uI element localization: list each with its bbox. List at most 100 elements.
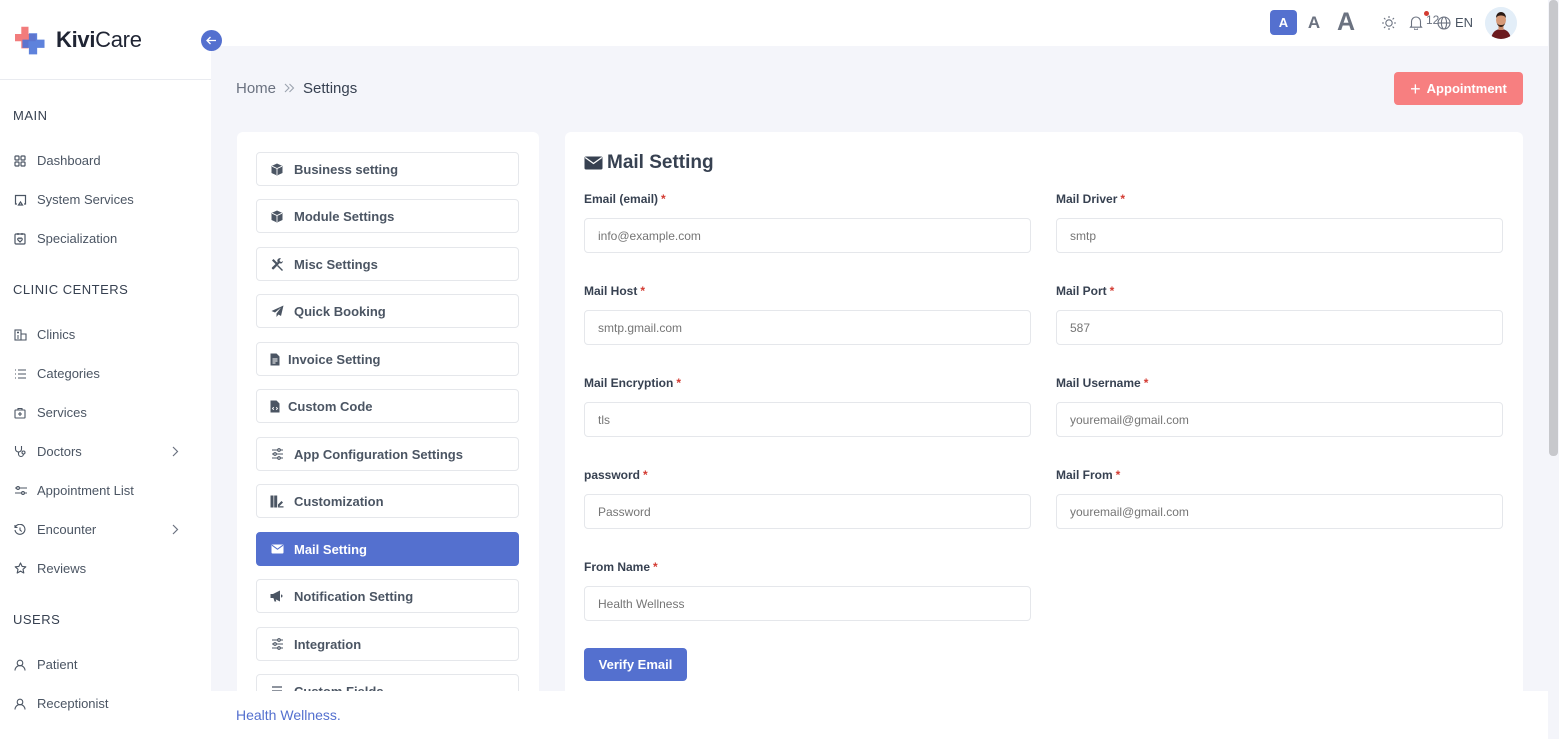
- form-title-text: Mail Setting: [607, 152, 714, 173]
- mail-username-field[interactable]: [1056, 402, 1503, 437]
- sidebar-item-label: Doctors: [37, 444, 82, 459]
- password-field[interactable]: [584, 494, 1031, 529]
- sidebar-item-label: Receptionist: [37, 696, 109, 711]
- settings-menu-integration[interactable]: Integration: [256, 627, 519, 661]
- globe-icon[interactable]: [1437, 16, 1451, 35]
- menu-item-label: Customization: [294, 493, 384, 509]
- font-size-medium-button[interactable]: A: [1305, 10, 1323, 35]
- plus-icon: +: [1410, 78, 1421, 99]
- menu-item-label: Integration: [294, 636, 362, 652]
- sidebar-item-label: Appointment List: [37, 483, 134, 498]
- double-chevron-right-icon: [284, 81, 295, 96]
- cube-icon: [270, 162, 284, 176]
- sidebar-item-services[interactable]: Services: [0, 393, 211, 432]
- email-field[interactable]: [584, 218, 1031, 253]
- mail-setting-form: Mail Setting Email (email)* Mail Driver*…: [565, 132, 1523, 702]
- code-file-icon: [270, 399, 280, 413]
- chevron-right-icon[interactable]: [172, 523, 179, 538]
- sidebar-item-label: Dashboard: [37, 153, 101, 168]
- breadcrumb-home-link[interactable]: Home: [236, 80, 276, 97]
- mail-encryption-field[interactable]: [584, 402, 1031, 437]
- mail-driver-field[interactable]: [1056, 218, 1503, 253]
- mail-from-label: Mail From *: [1056, 468, 1121, 482]
- menu-item-label: Custom Code: [288, 398, 373, 414]
- sidebar-item-label: Categories: [37, 366, 100, 381]
- sidebar-item-doctors[interactable]: Doctors: [0, 432, 211, 471]
- menu-item-label: Module Settings: [294, 208, 395, 224]
- settings-menu-custom-code[interactable]: Custom Code: [256, 389, 519, 423]
- sidebar: KiviCare MAIN Dashboard System Services …: [0, 0, 211, 739]
- sidebar-item-specialization[interactable]: Specialization: [0, 219, 211, 258]
- section-title-users: USERS: [13, 612, 61, 627]
- menu-item-label: App Configuration Settings: [294, 446, 463, 462]
- verify-email-button[interactable]: Verify Email: [584, 648, 687, 681]
- settings-menu-business-setting[interactable]: Business setting: [256, 152, 519, 186]
- sidebar-item-receptionist[interactable]: Receptionist: [0, 684, 211, 723]
- sidebar-item-label: Reviews: [37, 561, 87, 576]
- mail-driver-label: Mail Driver *: [1056, 192, 1126, 206]
- add-appointment-button[interactable]: + Appointment: [1394, 72, 1523, 105]
- brand[interactable]: KiviCare: [0, 0, 211, 80]
- sliders-icon: [270, 637, 284, 651]
- settings-menu-app-configuration[interactable]: App Configuration Settings: [256, 437, 519, 471]
- kivicare-logo-icon: [14, 23, 48, 57]
- specialization-icon: [13, 232, 27, 246]
- settings-menu-misc-settings[interactable]: Misc Settings: [256, 247, 519, 281]
- mail-port-label: Mail Port *: [1056, 284, 1115, 298]
- email-label: Email (email) *: [584, 192, 666, 206]
- chevron-right-icon[interactable]: [172, 445, 179, 460]
- palette-icon: [270, 494, 284, 508]
- settings-menu-customization[interactable]: Customization: [256, 484, 519, 518]
- settings-menu-module-settings[interactable]: Module Settings: [256, 199, 519, 233]
- settings-menu-notification-setting[interactable]: Notification Setting: [256, 579, 519, 613]
- services-icon: [13, 406, 27, 420]
- megaphone-icon: [270, 589, 284, 603]
- mail-host-label: Mail Host *: [584, 284, 646, 298]
- sliders-icon: [270, 447, 284, 461]
- user-icon: [13, 697, 27, 711]
- bell-icon[interactable]: [1409, 15, 1423, 35]
- sidebar-item-patient[interactable]: Patient: [0, 645, 211, 684]
- user-avatar[interactable]: [1485, 7, 1517, 39]
- sidebar-item-label: System Services: [37, 192, 134, 207]
- section-title-clinic-centers: CLINIC CENTERS: [13, 282, 129, 297]
- sidebar-item-clinics[interactable]: Clinics: [0, 315, 211, 354]
- list-icon: [13, 367, 27, 381]
- page-scrollbar-thumb[interactable]: [1549, 0, 1558, 456]
- language-selector[interactable]: EN: [1455, 15, 1473, 30]
- from-name-field[interactable]: [584, 586, 1031, 621]
- settings-menu: Business setting Module Settings Misc Se…: [237, 132, 539, 702]
- font-size-large-button[interactable]: A: [1335, 6, 1357, 38]
- menu-item-label: Notification Setting: [294, 588, 414, 604]
- sidebar-item-label: Encounter: [37, 522, 97, 537]
- sidebar-item-appointment-list[interactable]: Appointment List: [0, 471, 211, 510]
- menu-item-label: Misc Settings: [294, 256, 378, 272]
- font-size-small-button[interactable]: A: [1270, 10, 1297, 35]
- sidebar-item-dashboard[interactable]: Dashboard: [0, 141, 211, 180]
- password-label: password *: [584, 468, 648, 482]
- menu-item-label: Business setting: [294, 161, 399, 177]
- mail-host-field[interactable]: [584, 310, 1031, 345]
- dashboard-icon: [13, 154, 27, 168]
- sun-icon[interactable]: [1381, 15, 1397, 36]
- add-appointment-label: Appointment: [1426, 81, 1507, 96]
- mail-port-field[interactable]: [1056, 310, 1503, 345]
- sidebar-item-label: Specialization: [37, 231, 118, 246]
- sidebar-item-reviews[interactable]: Reviews: [0, 549, 211, 588]
- section-title-main: MAIN: [13, 108, 48, 123]
- settings-menu-invoice-setting[interactable]: Invoice Setting: [256, 342, 519, 376]
- user-icon: [13, 658, 27, 672]
- settings-menu-quick-booking[interactable]: Quick Booking: [256, 294, 519, 328]
- sidebar-collapse-button[interactable]: [201, 30, 222, 51]
- mail-from-field[interactable]: [1056, 494, 1503, 529]
- from-name-label: From Name *: [584, 560, 658, 574]
- sidebar-item-categories[interactable]: Categories: [0, 354, 211, 393]
- sliders-icon: [13, 484, 27, 498]
- footer-brand-link[interactable]: Health Wellness.: [236, 707, 341, 723]
- invoice-icon: [270, 352, 280, 366]
- settings-menu-mail-setting[interactable]: Mail Setting: [256, 532, 519, 566]
- history-icon: [13, 523, 27, 537]
- sidebar-item-encounter[interactable]: Encounter: [0, 510, 211, 549]
- arrow-left-icon: [206, 36, 217, 45]
- sidebar-item-system-services[interactable]: System Services: [0, 180, 211, 219]
